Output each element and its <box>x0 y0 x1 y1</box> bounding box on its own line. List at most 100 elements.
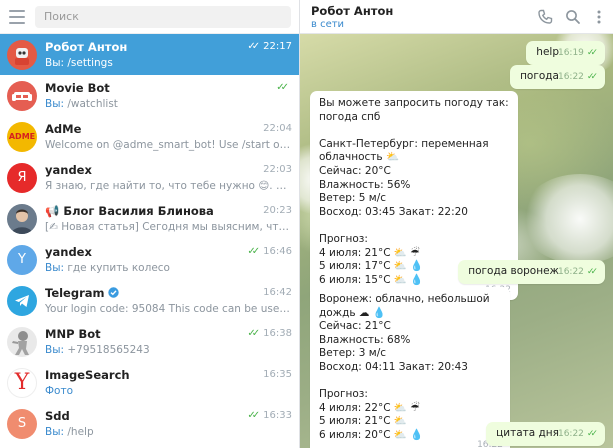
sender-prefix: Вы: <box>45 97 68 110</box>
search-input[interactable] <box>35 5 291 28</box>
chat-item-header: Sdd ✓✓ 16:33 <box>45 408 292 424</box>
chat-preview: [✍ Новая статья] Сегодня мы выясним, что… <box>45 219 292 235</box>
read-checkmarks-icon: ✓✓ <box>247 246 260 257</box>
preview-text: /settings <box>67 56 113 69</box>
avatar <box>7 80 37 111</box>
chat-meta: ✓✓ 22:17 <box>247 41 292 52</box>
message-text: цитата дня <box>496 427 559 439</box>
message-timestamp: 16:22 <box>557 72 584 82</box>
verified-badge-icon <box>105 286 119 300</box>
search-icon[interactable] <box>564 8 582 26</box>
preview-text: Welcome on @adme_smart_bot! Use /start o… <box>45 138 292 151</box>
chat-time: 22:17 <box>263 41 292 52</box>
avatar <box>7 285 37 316</box>
chat-item-header: MNP Bot ✓✓ 16:38 <box>45 326 292 342</box>
chat-name: Movie Bot <box>45 80 110 95</box>
chat-item-header: yandex 22:03 <box>45 162 292 178</box>
avatar: S <box>7 408 37 439</box>
message-text: Воронеж: облачно, небольшой дождь ☁ 💧 Се… <box>319 293 490 441</box>
sidebar-topbar <box>0 0 299 34</box>
chat-item-header: Telegram 16:42 <box>45 285 292 301</box>
message-text: погода <box>520 70 559 82</box>
chat-list-item[interactable]: Яyandex 22:03 Я знаю, где найти то, что те… <box>0 157 299 198</box>
chat-list-item[interactable]: Робот Антон ✓✓ 22:17 Вы: /settings <box>0 34 299 75</box>
message-time: 16:19 ✓✓ <box>558 47 598 61</box>
avatar <box>7 326 37 357</box>
chat-list-item[interactable]: Movie Bot ✓✓ Вы: /watchlist <box>0 75 299 116</box>
message-timestamp: 16:22 <box>557 429 584 439</box>
sender-prefix: Вы: <box>45 261 68 274</box>
chat-meta: ✓✓ 16:38 <box>247 328 292 339</box>
chat-preview: Вы: /help <box>45 424 292 440</box>
preview-text: Я знаю, где найти то, что тебе нужно 😊. … <box>45 179 292 192</box>
read-checkmarks-icon: ✓✓ <box>586 429 598 439</box>
read-checkmarks-icon: ✓✓ <box>247 41 260 52</box>
chat-item-body: ImageSearch 16:35 Фото <box>45 367 292 399</box>
conversation-panel: Робот Антон в сети help 16:19 ✓✓ погода 16:2… <box>300 0 613 448</box>
outgoing-message: погода воронеж 16:22 ✓✓ <box>458 260 605 284</box>
chat-time: 16:38 <box>263 328 292 339</box>
chat-preview: Фото <box>45 383 292 399</box>
chat-item-body: MNP Bot ✓✓ 16:38 Вы: +79518565243 <box>45 326 292 358</box>
message-timestamp: 16:22 <box>557 267 584 277</box>
chat-name: Sdd <box>45 408 70 423</box>
chat-list-item[interactable]: ADME AdMe 22:04 Welcome on @adme_smart_bot!… <box>0 116 299 157</box>
chat-meta: 20:23 <box>263 205 292 216</box>
chat-meta: 22:04 <box>263 123 292 134</box>
chat-preview: Вы: /settings <box>45 55 292 71</box>
chat-list-item[interactable]: MNP Bot ✓✓ 16:38 Вы: +79518565243 <box>0 321 299 362</box>
conversation-header: Робот Антон в сети <box>300 0 613 34</box>
chat-list-item[interactable]: Yyandex ✓✓ 16:46 Вы: где купить колесо <box>0 239 299 280</box>
chat-list: Робот Антон ✓✓ 22:17 Вы: /settings Movie Bot… <box>0 34 299 444</box>
chat-item-header: yandex ✓✓ 16:46 <box>45 244 292 260</box>
chat-meta: ✓✓ <box>276 82 292 93</box>
outgoing-message: help 16:19 ✓✓ <box>526 41 605 65</box>
incoming-message: Воронеж: облачно, небольшой дождь ☁ 💧 Се… <box>310 287 510 448</box>
more-options-icon[interactable] <box>590 8 608 26</box>
preview-text: где купить колесо <box>67 261 170 274</box>
chat-preview: Вы: +79518565243 <box>45 342 292 358</box>
chat-item-header: AdMe 22:04 <box>45 121 292 137</box>
outgoing-message: погода 16:22 ✓✓ <box>510 65 605 89</box>
avatar <box>7 39 37 70</box>
chat-item-header: Робот Антон ✓✓ 22:17 <box>45 39 292 55</box>
chat-name: AdMe <box>45 121 82 136</box>
preview-text: +79518565243 <box>67 343 150 356</box>
avatar: Y <box>7 244 37 275</box>
chat-item-header: ImageSearch 16:35 <box>45 367 292 383</box>
chat-item-body: Movie Bot ✓✓ Вы: /watchlist <box>45 80 292 112</box>
sender-prefix: Вы: <box>45 56 68 69</box>
avatar: ADME <box>7 121 37 152</box>
read-checkmarks-icon: ✓✓ <box>586 72 598 82</box>
chat-item-body: AdMe 22:04 Welcome on @adme_smart_bot! Use… <box>45 121 292 153</box>
chat-name: Робот Антон <box>45 39 128 54</box>
chat-list-item[interactable]: Y ImageSearch 16:35 Фото <box>0 362 299 403</box>
hamburger-menu-icon[interactable] <box>9 9 25 24</box>
sender-prefix: Вы: <box>45 343 68 356</box>
chat-time: 22:03 <box>263 164 292 175</box>
avatar-initials: Y <box>14 370 30 395</box>
chat-meta: 16:35 <box>263 369 292 380</box>
preview-text: [✍ Новая статья] Сегодня мы выясним, что… <box>45 220 292 233</box>
chat-item-body: Робот Антон ✓✓ 22:17 Вы: /settings <box>45 39 292 71</box>
message-text: help <box>536 46 559 58</box>
chat-preview: Your login code: 95084 This code can be … <box>45 301 292 317</box>
preview-text: /help <box>67 425 94 438</box>
chat-name: yandex <box>45 244 92 259</box>
avatar-initials: Я <box>17 170 27 185</box>
chat-time: 16:46 <box>263 246 292 257</box>
avatar-initials: Y <box>18 252 26 267</box>
phone-icon[interactable] <box>536 8 554 26</box>
conversation-title[interactable]: Робот Антон <box>311 4 393 18</box>
message-time: 16:22 ✓✓ <box>558 71 598 85</box>
chat-meta: 16:42 <box>263 287 292 298</box>
message-timestamp: 16:19 <box>557 48 584 58</box>
read-checkmarks-icon: ✓✓ <box>276 82 289 93</box>
chat-item-header: Movie Bot ✓✓ <box>45 80 292 96</box>
chat-time: 20:23 <box>263 205 292 216</box>
chat-time: 16:42 <box>263 287 292 298</box>
chat-list-item[interactable]: Telegram 16:42 Your login code: 95084 This… <box>0 280 299 321</box>
chat-list-item[interactable]: 📢 Блог Василия Блинова 20:23 [✍ Новая стат… <box>0 198 299 239</box>
chat-item-body: 📢 Блог Василия Блинова 20:23 [✍ Новая стат… <box>45 203 292 235</box>
chat-list-item[interactable]: S Sdd ✓✓ 16:33 Вы: /help <box>0 403 299 444</box>
